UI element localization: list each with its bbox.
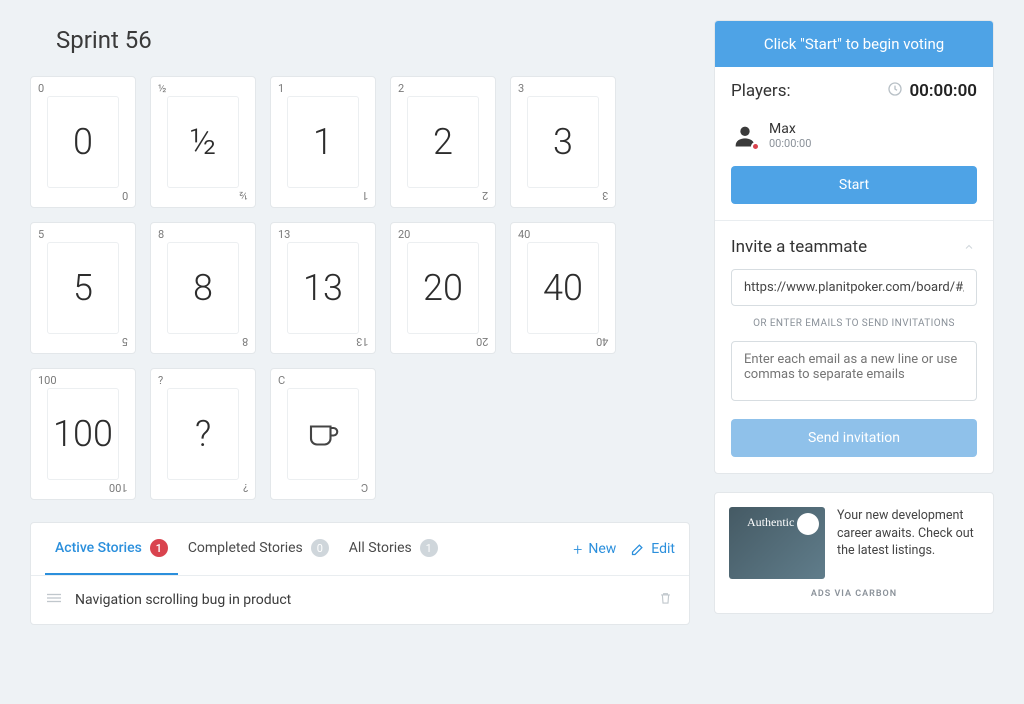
invite-title: Invite a teammate (731, 237, 867, 257)
chevron-up-icon[interactable] (961, 238, 977, 257)
poker-card-2[interactable]: 222 (390, 76, 496, 208)
tab-active-stories[interactable]: Active Stories1 (45, 523, 178, 575)
invite-url-input[interactable] (731, 269, 977, 306)
poker-card-0[interactable]: 000 (30, 76, 136, 208)
voting-panel: Click "Start" to begin voting Players: 0… (714, 20, 994, 474)
poker-card-5[interactable]: 555 (30, 222, 136, 354)
player-name: Max (769, 121, 811, 137)
poker-card-40[interactable]: 404040 (510, 222, 616, 354)
player-time: 00:00:00 (769, 137, 811, 150)
tab-all-stories[interactable]: All Stories1 (339, 523, 448, 575)
send-invitation-button[interactable]: Send invitation (731, 419, 977, 457)
coffee-icon (303, 416, 343, 452)
ad-via: ADS VIA CARBON (729, 589, 979, 599)
plus-icon: + (573, 540, 582, 559)
player-row: Max 00:00:00 (715, 115, 993, 166)
avatar (731, 122, 759, 150)
ad-text: Your new development career awaits. Chec… (837, 507, 979, 560)
poker-card-20[interactable]: 202020 (390, 222, 496, 354)
card-grid: 000½½½111222333 555888131313202020404040 1… (30, 76, 690, 500)
drag-icon[interactable] (47, 592, 61, 608)
ad-image (729, 507, 825, 579)
edit-icon (630, 542, 645, 557)
poker-card-3[interactable]: 333 (510, 76, 616, 208)
edit-stories-button[interactable]: Edit (630, 541, 675, 557)
page-title: Sprint 56 (56, 26, 690, 54)
status-dot (751, 142, 760, 151)
invite-email-textarea[interactable] (731, 341, 977, 401)
trash-icon[interactable] (658, 590, 673, 610)
new-story-button[interactable]: +New (573, 540, 616, 559)
story-text: Navigation scrolling bug in product (75, 592, 644, 608)
poker-card-13[interactable]: 131313 (270, 222, 376, 354)
voting-banner: Click "Start" to begin voting (715, 21, 993, 67)
ad-card[interactable]: Your new development career awaits. Chec… (714, 492, 994, 614)
players-label: Players: (731, 81, 791, 101)
clock-icon (887, 81, 903, 101)
main-timer: 00:00:00 (909, 81, 977, 101)
poker-card-C[interactable]: CC (270, 368, 376, 500)
story-row[interactable]: Navigation scrolling bug in product (31, 576, 689, 624)
poker-card-½[interactable]: ½½½ (150, 76, 256, 208)
poker-card-1[interactable]: 111 (270, 76, 376, 208)
tab-completed-stories[interactable]: Completed Stories0 (178, 523, 339, 575)
poker-card-100[interactable]: 100100100 (30, 368, 136, 500)
start-button[interactable]: Start (731, 166, 977, 204)
poker-card-?[interactable]: ??? (150, 368, 256, 500)
poker-card-8[interactable]: 888 (150, 222, 256, 354)
stories-panel: Active Stories1Completed Stories0All Sto… (30, 522, 690, 625)
invite-or-text: OR ENTER EMAILS TO SEND INVITATIONS (731, 318, 977, 329)
